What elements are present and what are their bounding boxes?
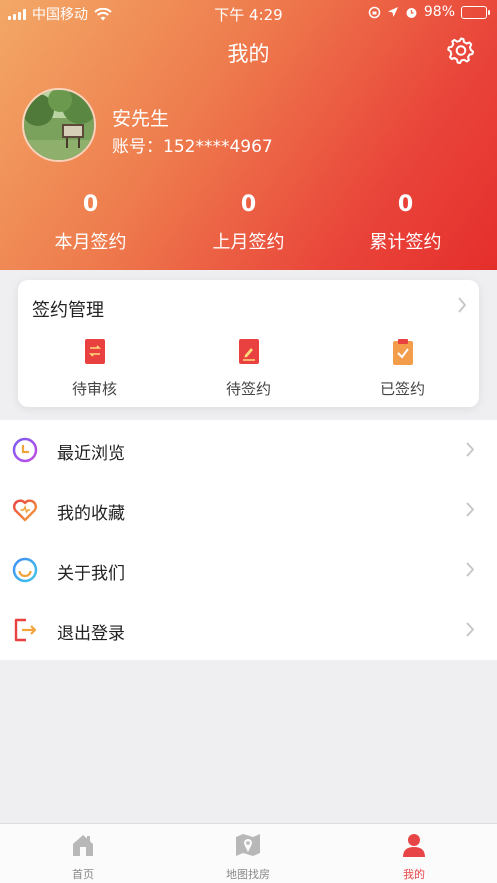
location-icon [387, 7, 398, 17]
pending-sign-icon [238, 339, 259, 364]
user-icon [403, 834, 425, 857]
profile-header: 中国移动 下午 4:29 98% 我的 安先生 账号：152****4967 0… [0, 0, 497, 270]
menu-item-about[interactable]: 关于我们 [0, 540, 497, 600]
stat-label: 本月签约 [54, 232, 127, 253]
pending-review-button[interactable]: 待审核 [18, 338, 171, 399]
contract-management-card: 签约管理 待审核 待签约 已签约 [18, 280, 479, 407]
signed-button[interactable]: 已签约 [326, 338, 479, 399]
orientation-lock-icon [368, 6, 381, 18]
heart-icon [13, 499, 37, 522]
pending-sign-label: 待签约 [225, 380, 271, 398]
menu-label: 最近浏览 [57, 444, 125, 464]
battery-icon [461, 5, 490, 19]
alarm-icon [406, 7, 417, 18]
stat-last-month[interactable]: 0 上月签约 [166, 192, 331, 254]
chevron-right-icon [466, 622, 475, 637]
home-icon [73, 835, 93, 856]
tab-bar: 首页 地图找房 我的 [0, 823, 497, 883]
page-title: 我的 [227, 42, 270, 66]
stat-value: 0 [240, 192, 257, 217]
account-number: 账号：152****4967 [112, 137, 273, 157]
card-title: 签约管理 [32, 300, 104, 321]
gear-icon[interactable] [447, 36, 475, 64]
tab-mine[interactable]: 我的 [331, 832, 497, 882]
menu-label: 我的收藏 [57, 504, 125, 524]
tab-home[interactable]: 首页 [0, 832, 166, 882]
status-bar: 中国移动 下午 4:29 98% [0, 0, 497, 26]
chevron-right-icon[interactable] [457, 296, 467, 314]
stat-this-month[interactable]: 0 本月签约 [8, 192, 173, 254]
tab-label: 首页 [72, 868, 94, 881]
menu-label: 退出登录 [57, 624, 125, 644]
menu-item-recent[interactable]: 最近浏览 [0, 420, 497, 480]
stat-label: 上月签约 [212, 232, 285, 253]
logout-icon [14, 618, 37, 642]
user-name: 安先生 [112, 108, 170, 130]
battery-percent: 98% [423, 4, 455, 20]
stat-value: 0 [82, 192, 99, 217]
menu-label: 关于我们 [57, 564, 125, 584]
menu-list: 最近浏览 我的收藏 关于我们 退出登录 [0, 420, 497, 660]
tab-label: 地图找房 [226, 868, 270, 881]
pending-review-icon [84, 339, 105, 364]
tab-map[interactable]: 地图找房 [165, 832, 331, 882]
chevron-right-icon [466, 562, 475, 577]
stat-total[interactable]: 0 累计签约 [323, 192, 488, 254]
chevron-right-icon [466, 442, 475, 457]
menu-item-favorites[interactable]: 我的收藏 [0, 480, 497, 540]
clock-icon [12, 437, 38, 463]
map-icon [236, 834, 260, 856]
signed-clipboard-icon [392, 339, 413, 365]
stat-label: 累计签约 [369, 232, 442, 253]
signed-label: 已签约 [379, 380, 425, 398]
pending-sign-button[interactable]: 待签约 [172, 338, 325, 399]
menu-item-logout[interactable]: 退出登录 [0, 600, 497, 660]
avatar[interactable] [22, 88, 96, 162]
stat-value: 0 [397, 192, 414, 217]
smile-icon [12, 557, 38, 583]
chevron-right-icon [466, 502, 475, 517]
avatar-image [24, 90, 94, 160]
tab-label: 我的 [403, 868, 425, 881]
pending-review-label: 待审核 [71, 380, 117, 398]
